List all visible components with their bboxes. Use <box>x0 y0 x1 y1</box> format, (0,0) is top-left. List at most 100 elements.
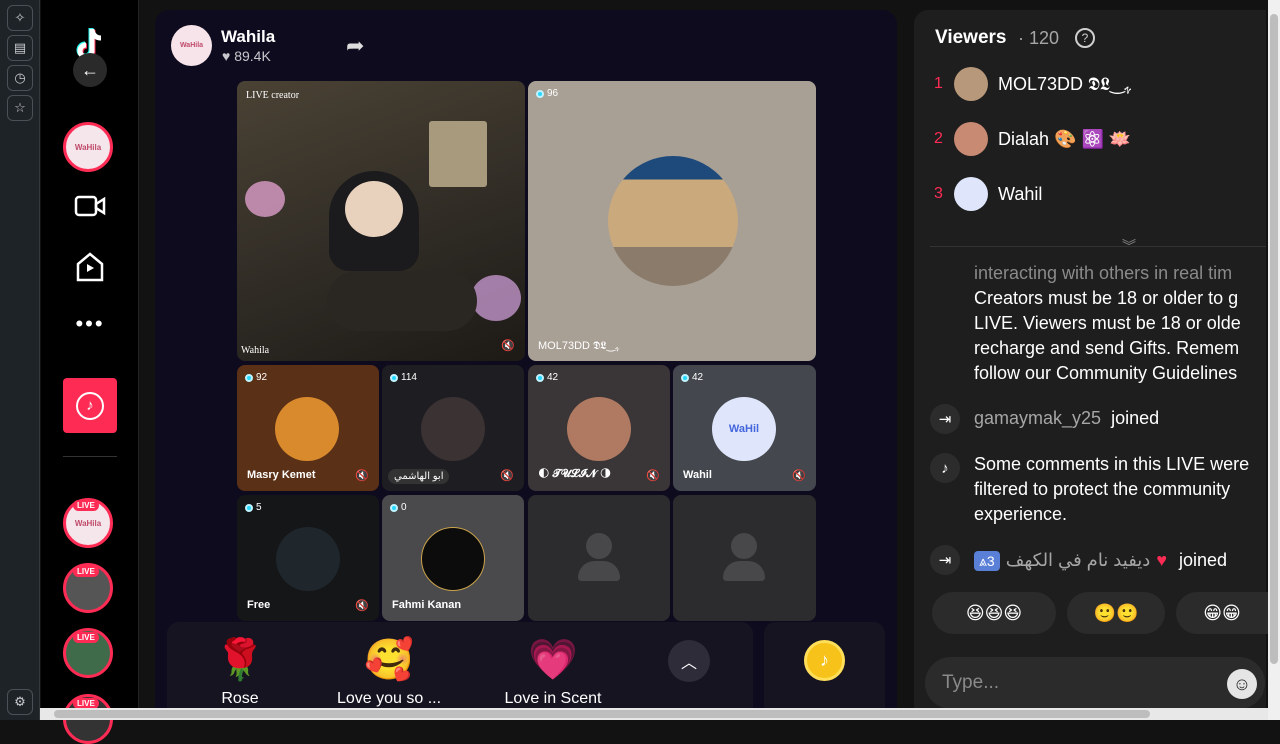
viewer-count: 5 <box>245 502 262 513</box>
help-icon[interactable]: ? <box>1075 28 1095 48</box>
video-tile-masry[interactable]: 92 Masry Kemet 🔇 <box>237 365 379 491</box>
empty-seat[interactable] <box>673 495 816 621</box>
join-username[interactable]: gamaymak_y25 <box>974 408 1101 428</box>
person-placeholder-icon <box>586 533 612 559</box>
coins-panel[interactable]: ♪ <box>764 622 885 720</box>
more-dots-icon[interactable]: ••• <box>41 311 139 336</box>
emoji-chip[interactable]: 😁😁 <box>1176 592 1268 634</box>
count-value: 42 <box>692 372 704 383</box>
viewer-row-1[interactable]: 1 MOL73DD 𝕯𝕷‿ﮩ <box>934 67 1131 101</box>
pharaoh-avatar <box>275 397 339 461</box>
tile-name: MOL73DD 𝕯𝕷‿ﮩ <box>538 340 620 352</box>
tile-name: Wahila <box>241 345 270 356</box>
live-badge: LIVE <box>73 632 99 643</box>
count-value: 96 <box>547 88 559 99</box>
mic-muted-icon: 🔇 <box>501 340 515 352</box>
dark-figure-avatar <box>276 527 340 591</box>
join-username[interactable]: ديفيد نام في الكهف <box>1006 548 1151 573</box>
heart-bubble <box>245 181 285 217</box>
share-arrow-icon[interactable]: ➦ <box>346 33 364 59</box>
love-face-icon: 🥰 <box>364 638 414 682</box>
gem-icon <box>245 503 253 512</box>
join-icon: ⇥ <box>930 545 960 575</box>
tile-name: 🌓 𝓣𝓤𝓛𝓘𝓝 🌗 <box>538 468 612 480</box>
empty-seat[interactable] <box>528 495 670 621</box>
system-message-line: Creators must be 18 or older to g <box>974 288 1239 308</box>
star-icon[interactable]: ☆ <box>7 95 33 121</box>
scrollbar-thumb[interactable] <box>54 710 1150 718</box>
level-badge: ⩓3 <box>974 550 1000 571</box>
woman-avatar <box>567 397 631 461</box>
back-arrow-icon[interactable]: ← <box>41 52 139 88</box>
filter-message-line: Some comments in this LIVE were <box>974 454 1250 474</box>
chevron-down-icon[interactable]: ︾ <box>1122 236 1136 256</box>
viewer-count: 92 <box>245 372 267 383</box>
host-name[interactable]: Wahila <box>221 27 275 47</box>
video-tile-free[interactable]: 5 Free 🔇 <box>237 495 379 621</box>
viewers-title: Viewers <box>935 27 1007 48</box>
video-tile-main[interactable]: LIVE creator Wahila 🔇 <box>237 81 525 361</box>
history-icon[interactable]: ◷ <box>7 65 33 91</box>
system-message-line: recharge and send Gifts. Remem <box>974 338 1240 358</box>
tile-name: Masry Kemet <box>247 469 316 481</box>
video-tile-fahmi[interactable]: 0 Fahmi Kanan <box>382 495 524 621</box>
tiktok-note-icon: ♪ <box>930 453 960 483</box>
viewer-rank: 1 <box>934 75 943 92</box>
settings-gear-icon[interactable]: ⚙ <box>7 689 33 715</box>
scrollbar-thumb[interactable] <box>1270 14 1278 664</box>
emoji-chip[interactable]: 😆😆😆 <box>932 592 1056 634</box>
system-message-line: LIVE. Viewers must be 18 or olde <box>974 313 1241 333</box>
vertical-scrollbar[interactable] <box>1268 0 1280 720</box>
tiktok-note-icon: ♪ <box>76 391 104 420</box>
viewer-avatar <box>954 177 988 211</box>
emoji-picker-icon[interactable]: ☺ <box>1227 669 1257 699</box>
count-value: 92 <box>256 372 268 383</box>
gift-love-you-so[interactable]: 🥰 Love you so ... <box>324 634 454 708</box>
mic-muted-icon: 🔇 <box>355 600 369 612</box>
join-icon: ⇥ <box>930 404 960 434</box>
table <box>327 271 477 331</box>
video-tile-mol73dd[interactable]: 96 MOL73DD 𝕯𝕷‿ﮩ <box>528 81 816 361</box>
viewer-rank: 3 <box>934 185 943 202</box>
comment-input[interactable]: Type... ☺ <box>925 657 1265 709</box>
gift-label: Love in Scent <box>504 690 602 707</box>
viewer-count: 42 <box>681 372 703 383</box>
poster <box>429 121 487 187</box>
video-tile-hashemi[interactable]: 114 ابو الهاشمي 🔇 <box>382 365 524 491</box>
person-placeholder-body <box>578 561 620 581</box>
live-badge: LIVE <box>73 566 99 577</box>
filter-message-line: experience. <box>974 504 1068 524</box>
character-face <box>345 181 403 237</box>
sparkle-icon[interactable]: ✧ <box>7 5 33 31</box>
video-camera-icon[interactable] <box>41 190 139 222</box>
viewer-name: Dialah 🎨 ⚛️ 🪷 <box>998 128 1132 149</box>
count-value: 42 <box>547 372 559 383</box>
viewer-row-2[interactable]: 2 Dialah 🎨 ⚛️ 🪷 <box>934 122 1131 156</box>
gift-love-in-scent[interactable]: 💗 Love in Scent <box>488 634 618 708</box>
gem-icon <box>390 373 398 382</box>
comment-placeholder: Type... <box>942 672 1000 693</box>
join-message: gamaymak_y25 joined <box>974 406 1159 431</box>
chevron-up-icon[interactable]: ︿ <box>668 640 710 682</box>
video-tile-wahil[interactable]: 42 WaHil Wahil 🔇 <box>673 365 816 491</box>
likes-count: 89.4K <box>234 48 271 64</box>
tile-name: Fahmi Kanan <box>392 599 462 611</box>
viewer-row-3[interactable]: 3 Wahil <box>934 177 1042 211</box>
divider <box>63 456 117 457</box>
gift-label: Rose <box>221 690 259 707</box>
video-tile-tulin[interactable]: 42 🌓 𝓣𝓤𝓛𝓘𝓝 🌗 🔇 <box>528 365 670 491</box>
count-value: 5 <box>256 502 262 513</box>
level-value: 3 <box>986 552 995 569</box>
home-play-icon[interactable] <box>41 250 139 284</box>
gift-rose[interactable]: 🌹 Rose <box>175 634 305 708</box>
horizontal-scrollbar[interactable] <box>40 708 1268 720</box>
host-avatar-text: WaHila <box>179 42 204 49</box>
host-avatar[interactable]: WaHila <box>171 25 212 66</box>
host-avatar-nav[interactable]: WaHila <box>63 122 113 172</box>
tiktok-live-button[interactable]: ♪ <box>41 378 139 433</box>
emoji-chip[interactable]: 🙂🙂 <box>1067 592 1165 634</box>
save-icon[interactable]: ▤ <box>7 35 33 61</box>
viewer-rank: 2 <box>934 130 943 147</box>
rose-icon: 🌹 <box>215 638 265 682</box>
tile-name: Wahil <box>683 469 712 481</box>
